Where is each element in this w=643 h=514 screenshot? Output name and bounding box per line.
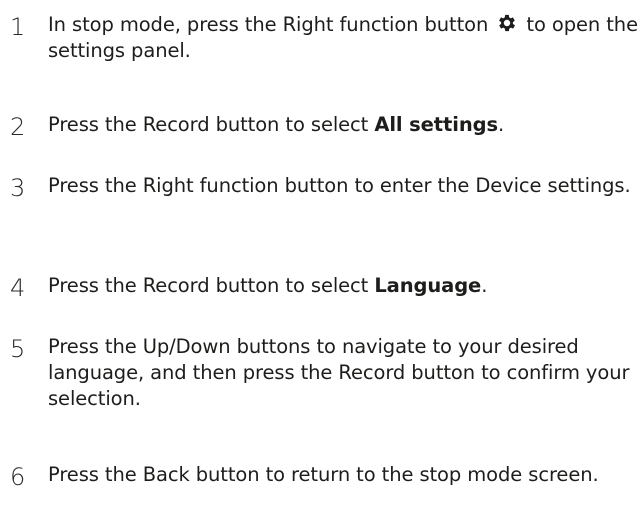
- gear-icon: [499, 14, 516, 32]
- step-text: Press the Record button to select Langua…: [48, 273, 638, 299]
- step-text: Press the Back button to return to the s…: [48, 463, 599, 486]
- step-text-part: In stop mode, press the Right function b…: [48, 13, 495, 36]
- step-text-part: .: [481, 274, 488, 297]
- step-text-part: Press the Record button to select: [48, 274, 375, 297]
- step-number: 6: [10, 463, 26, 491]
- step-number: 3: [10, 174, 26, 202]
- step-emphasis: Language: [374, 274, 482, 297]
- step-text-part: .: [497, 113, 505, 136]
- step-emphasis: All settings: [374, 113, 498, 136]
- step-text: Press the Record button to select All se…: [48, 112, 638, 138]
- step-text: Press the Up/Down buttons to navigate to…: [48, 335, 630, 410]
- step-text: Press the Right function button to enter…: [48, 174, 631, 197]
- step-number: 5: [10, 335, 26, 363]
- step-text: In stop mode, press the Right function b…: [48, 12, 638, 64]
- step-number: 2: [10, 113, 26, 141]
- step-text-part: Press the Record button to select: [48, 113, 375, 136]
- step-number: 4: [10, 274, 26, 302]
- step-number: 1: [10, 13, 26, 41]
